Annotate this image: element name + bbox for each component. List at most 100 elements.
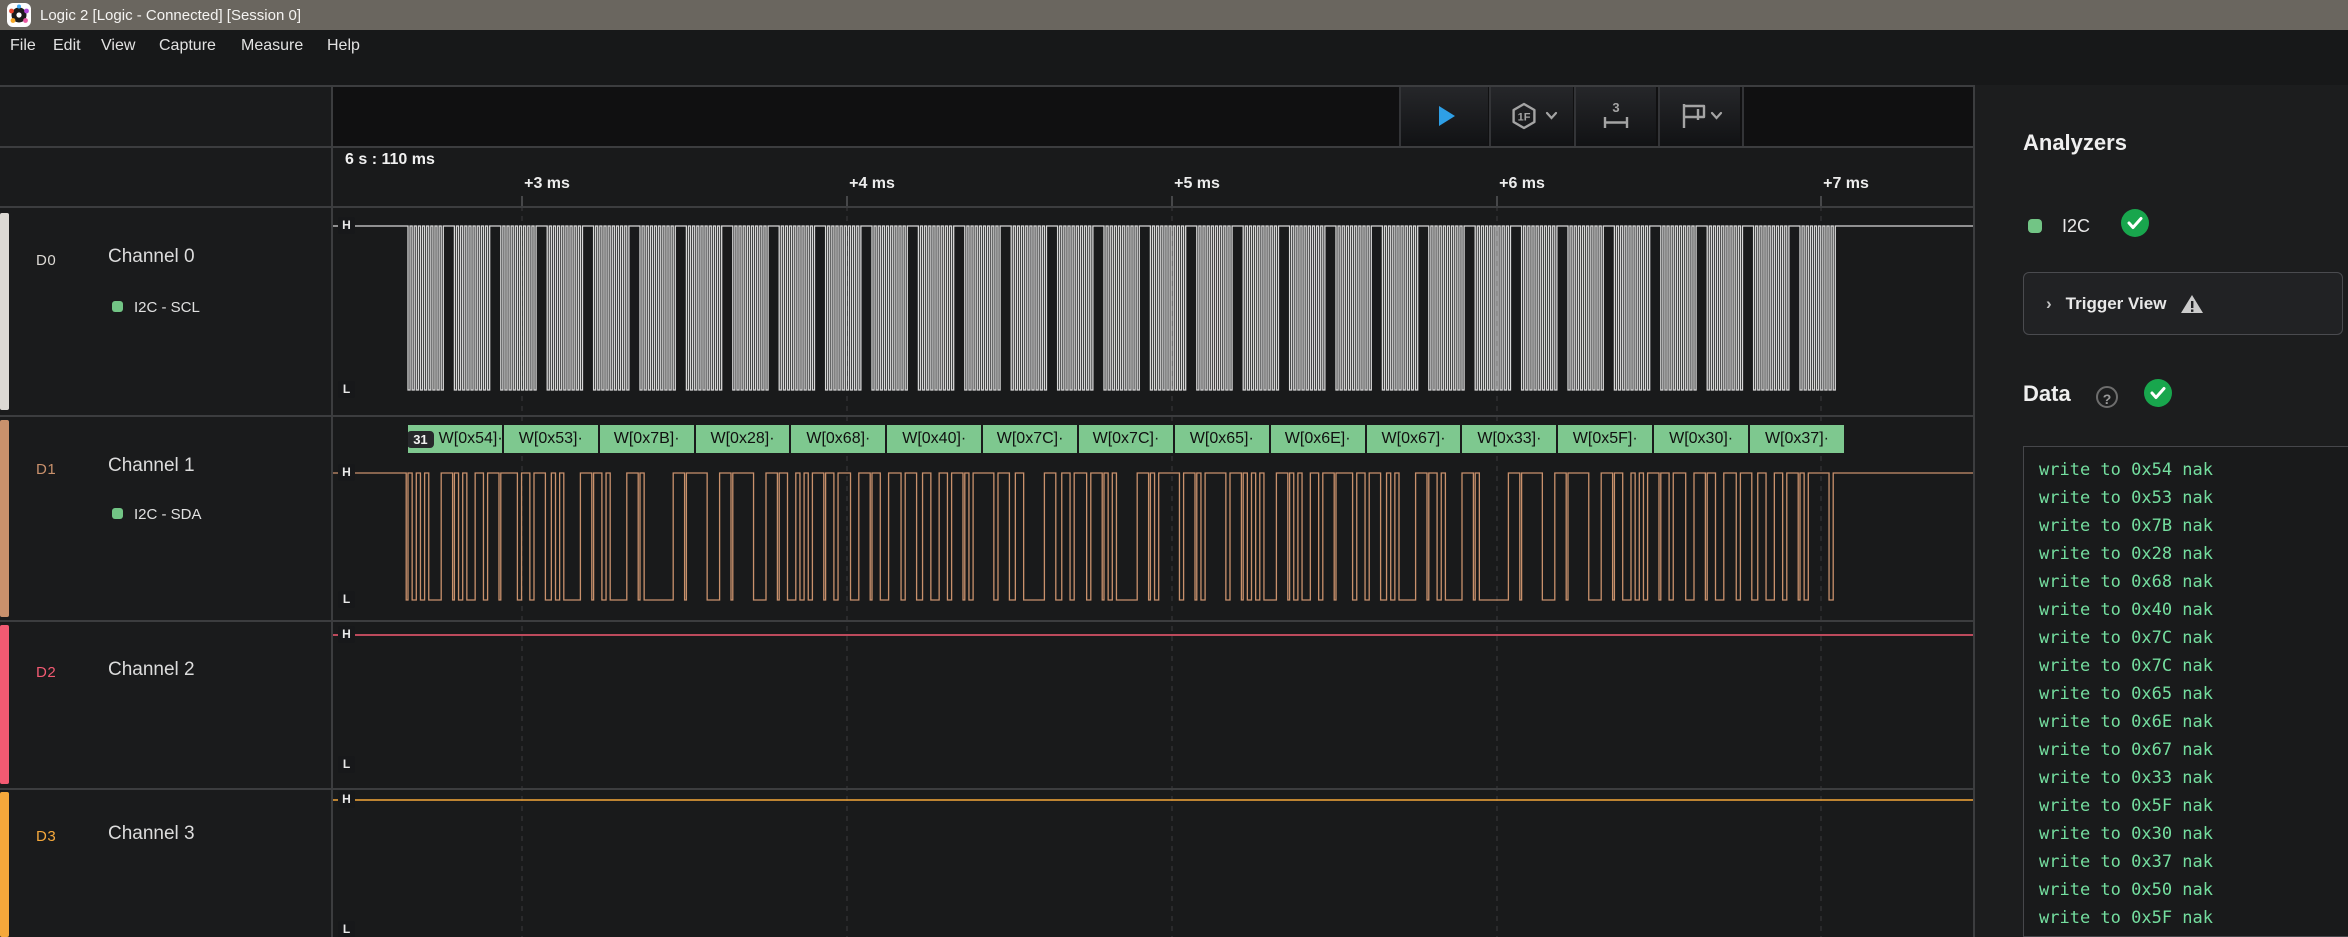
annotation-text: W[0x7B]· <box>614 430 680 448</box>
i2c-annotation-10[interactable]: W[0x67]· <box>1367 425 1461 453</box>
i2c-annotation-14[interactable]: W[0x37]· <box>1750 425 1844 453</box>
data-row-10[interactable]: write to 0x67 nak <box>2039 736 2348 764</box>
annotation-count-badge: 31 <box>408 431 434 448</box>
data-row-17[interactable]: write to 0x5F nak <box>2039 932 2348 937</box>
menu-item-file[interactable]: File <box>10 37 36 55</box>
level-high-badge: H <box>338 791 355 808</box>
sda-waveform <box>333 473 1973 600</box>
i2c-annotation-8[interactable]: W[0x65]· <box>1175 425 1269 453</box>
data-row-14[interactable]: write to 0x37 nak <box>2039 848 2348 876</box>
annotation-text: W[0x28]· <box>711 430 775 448</box>
scl-waveform <box>333 226 1973 390</box>
trigger-view-button[interactable]: › Trigger View <box>2023 272 2343 335</box>
annotation-text: W[0x33]· <box>1477 430 1541 448</box>
level-high-badge: H <box>338 626 355 643</box>
analyzer-color-dot-scl <box>112 301 123 312</box>
data-row-4[interactable]: write to 0x68 nak <box>2039 568 2348 596</box>
trigger-view-label: Trigger View <box>2066 294 2167 314</box>
annotation-text: W[0x54]· <box>439 430 502 448</box>
channel-color-strip-d0 <box>0 213 9 410</box>
chevron-right-icon: › <box>2046 294 2052 314</box>
annotation-text: W[0x6E]· <box>1285 430 1351 448</box>
menu-item-capture[interactable]: Capture <box>159 37 216 55</box>
data-table[interactable]: write to 0x54 nakwrite to 0x53 nakwrite … <box>2023 446 2348 937</box>
data-row-7[interactable]: write to 0x7C nak <box>2039 652 2348 680</box>
analyzer-label-sda[interactable]: I2C - SDA <box>134 506 202 523</box>
i2c-annotation-1[interactable]: W[0x53]· <box>504 425 598 453</box>
annotation-text: W[0x40]· <box>902 430 966 448</box>
i2c-annotation-7[interactable]: W[0x7C]· <box>1079 425 1173 453</box>
data-row-12[interactable]: write to 0x5F nak <box>2039 792 2348 820</box>
annotation-text: W[0x7C]· <box>997 430 1064 448</box>
menu-item-help[interactable]: Help <box>327 37 360 55</box>
data-row-16[interactable]: write to 0x5F nak <box>2039 904 2348 932</box>
title-bar[interactable]: Logic 2 [Logic - Connected] [Session 0] <box>0 0 2348 30</box>
channel-divider <box>0 415 1973 417</box>
i2c-annotation-2[interactable]: W[0x7B]· <box>600 425 694 453</box>
menu-bar: File Edit View Capture Measure Help <box>0 30 2348 85</box>
annotation-text: W[0x65]· <box>1190 430 1254 448</box>
data-row-13[interactable]: write to 0x30 nak <box>2039 820 2348 848</box>
annotation-text: W[0x68]· <box>806 430 870 448</box>
menu-item-edit[interactable]: Edit <box>53 37 81 55</box>
waveform-canvas[interactable] <box>333 85 1973 937</box>
annotation-text: W[0x5F]· <box>1573 430 1638 448</box>
level-low-badge: L <box>338 591 355 608</box>
annotation-text: W[0x30]· <box>1669 430 1733 448</box>
data-row-3[interactable]: write to 0x28 nak <box>2039 540 2348 568</box>
analyzers-title: Analyzers <box>2023 130 2127 156</box>
level-low-badge: L <box>338 756 355 773</box>
channel-d0-id: D0 <box>36 252 56 269</box>
channel-color-strip-d3 <box>0 792 9 937</box>
annotation-text: W[0x37]· <box>1765 430 1829 448</box>
analyzer-label-scl[interactable]: I2C - SCL <box>134 299 200 316</box>
data-ok-badge <box>2144 379 2172 407</box>
data-row-5[interactable]: write to 0x40 nak <box>2039 596 2348 624</box>
i2c-annotation-5[interactable]: W[0x40]· <box>887 425 981 453</box>
data-row-1[interactable]: write to 0x53 nak <box>2039 484 2348 512</box>
i2c-annotation-3[interactable]: W[0x28]· <box>696 425 790 453</box>
logic2-window: Logic 2 [Logic - Connected] [Session 0] … <box>0 0 2348 937</box>
i2c-analyzer-ok-badge <box>2121 209 2149 237</box>
i2c-annotation-9[interactable]: W[0x6E]· <box>1271 425 1365 453</box>
i2c-annotation-0[interactable]: 31 W[0x54]· <box>408 425 502 453</box>
level-low-badge: L <box>338 381 355 398</box>
data-row-8[interactable]: write to 0x65 nak <box>2039 680 2348 708</box>
level-high-badge: H <box>338 217 355 234</box>
channel-3-name[interactable]: Channel 3 <box>108 823 195 845</box>
channel-divider <box>0 788 1973 790</box>
channel-2-name[interactable]: Channel 2 <box>108 659 195 681</box>
i2c-annotation-11[interactable]: W[0x33]· <box>1462 425 1556 453</box>
data-row-9[interactable]: write to 0x6E nak <box>2039 708 2348 736</box>
channel-d2-id: D2 <box>36 664 56 681</box>
timeline-bottom-border <box>0 206 1973 208</box>
label-column-border <box>331 85 333 937</box>
annotation-text: W[0x53]· <box>519 430 583 448</box>
help-icon[interactable]: ? <box>2096 386 2118 408</box>
app-icon <box>7 3 31 27</box>
annotation-text: W[0x67]· <box>1382 430 1446 448</box>
i2c-annotation-13[interactable]: W[0x30]· <box>1654 425 1748 453</box>
i2c-analyzer-color-dot <box>2028 219 2042 233</box>
level-low-badge: L <box>338 921 355 937</box>
channel-1-name[interactable]: Channel 1 <box>108 455 195 477</box>
channel-0-name[interactable]: Channel 0 <box>108 246 195 268</box>
data-title: Data <box>2023 381 2071 407</box>
menu-item-view[interactable]: View <box>101 37 135 55</box>
data-row-15[interactable]: write to 0x50 nak <box>2039 876 2348 904</box>
analyzer-color-dot-sda <box>112 508 123 519</box>
channel-divider <box>0 620 1973 622</box>
i2c-annotation-6[interactable]: W[0x7C]· <box>983 425 1077 453</box>
data-row-2[interactable]: write to 0x7B nak <box>2039 512 2348 540</box>
data-row-6[interactable]: write to 0x7C nak <box>2039 624 2348 652</box>
annotation-bar: 31 W[0x54]· W[0x53]· W[0x7B]· W[0x28]· W[0x68… <box>408 425 1844 453</box>
channel-color-strip-d2 <box>0 625 9 784</box>
channel-d1-id: D1 <box>36 461 56 478</box>
i2c-analyzer-name[interactable]: I2C <box>2062 216 2090 237</box>
data-row-0[interactable]: write to 0x54 nak <box>2039 456 2348 484</box>
data-row-11[interactable]: write to 0x33 nak <box>2039 764 2348 792</box>
menu-item-measure[interactable]: Measure <box>241 37 303 55</box>
i2c-annotation-12[interactable]: W[0x5F]· <box>1558 425 1652 453</box>
i2c-annotation-4[interactable]: W[0x68]· <box>791 425 885 453</box>
warning-icon <box>2180 293 2204 315</box>
